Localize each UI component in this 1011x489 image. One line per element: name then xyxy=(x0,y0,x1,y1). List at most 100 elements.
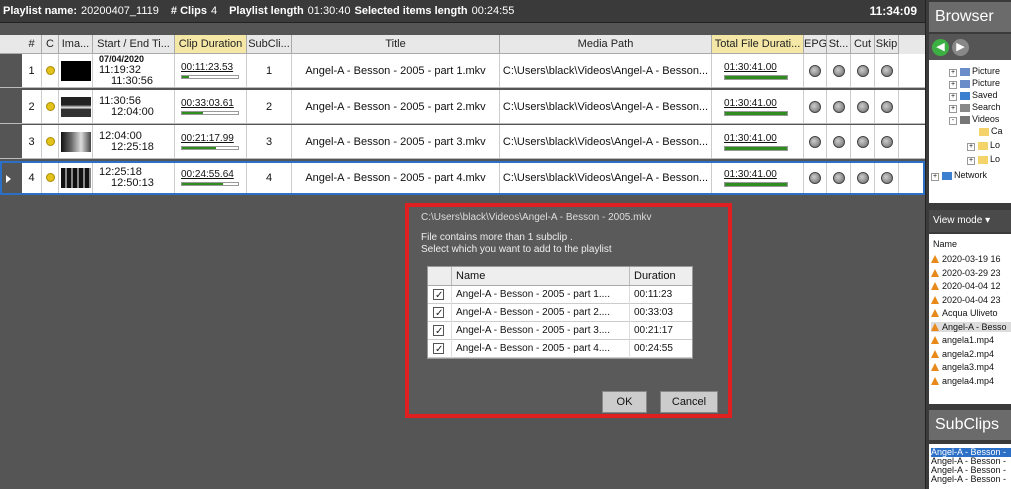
row-cut[interactable] xyxy=(851,54,875,87)
header-media-path[interactable]: Media Path xyxy=(500,35,712,54)
file-item[interactable]: 2020-04-04 23 xyxy=(931,295,1011,305)
expand-icon[interactable]: + xyxy=(931,173,939,181)
row-epg[interactable] xyxy=(804,54,827,87)
header-clip-duration[interactable]: Clip Duration xyxy=(175,35,247,54)
header-total-duration[interactable]: Total File Durati... xyxy=(712,35,804,54)
header-start-end[interactable]: Start / End Ti... xyxy=(93,35,175,54)
row-status[interactable] xyxy=(827,90,851,123)
file-item[interactable]: angela4.mp4 xyxy=(931,376,1011,386)
subclip-check-cell[interactable] xyxy=(428,321,452,340)
playlist-row[interactable]: 3 12:04:00 12:25:18 00:21:17.99 3 Angel-… xyxy=(0,125,925,159)
header-skip[interactable]: Skip xyxy=(875,35,899,54)
row-color[interactable] xyxy=(42,125,59,158)
total-duration-progress xyxy=(724,145,788,151)
header-num[interactable]: # xyxy=(22,35,42,54)
expand-icon[interactable]: + xyxy=(949,69,957,77)
file-item[interactable]: angela3.mp4 xyxy=(931,362,1011,372)
checkbox-checked-icon[interactable] xyxy=(433,287,444,304)
tree-item[interactable]: Ca xyxy=(967,126,1003,136)
row-status[interactable] xyxy=(827,54,851,87)
expand-icon[interactable]: + xyxy=(967,143,975,151)
header-color[interactable]: C xyxy=(42,35,59,54)
subclip-option-duration: 00:33:03 xyxy=(634,306,673,318)
header-subclip[interactable]: SubCli... xyxy=(247,35,292,54)
subclip-item[interactable]: Angel-A - Besson - xyxy=(931,448,1011,457)
file-item[interactable]: 2020-04-04 12 xyxy=(931,281,1011,291)
tree-item[interactable]: + Lo xyxy=(967,140,1000,151)
tree-item[interactable]: + Picture xyxy=(949,66,1000,77)
header-cut[interactable]: Cut xyxy=(851,35,875,54)
expand-icon[interactable]: + xyxy=(949,81,957,89)
tree-item[interactable]: + Search xyxy=(949,102,1001,113)
subclip-item[interactable]: Angel-A - Besson - xyxy=(931,475,1011,484)
header-image[interactable]: Ima... xyxy=(59,35,93,54)
expand-icon[interactable]: + xyxy=(949,93,957,101)
back-icon[interactable]: ◀ xyxy=(932,38,949,56)
view-mode-dropdown[interactable]: View mode ▾ xyxy=(929,210,1011,232)
header-status[interactable]: St... xyxy=(827,35,851,54)
expand-icon[interactable]: + xyxy=(967,157,975,165)
header-epg[interactable]: EPG xyxy=(804,35,827,54)
tree-item[interactable]: + Saved xyxy=(949,90,998,101)
row-color[interactable] xyxy=(42,90,59,123)
file-item[interactable]: angela1.mp4 xyxy=(931,335,1011,345)
subclip-check-cell[interactable] xyxy=(428,303,452,322)
row-epg[interactable] xyxy=(804,125,827,158)
file-list-header[interactable]: Name xyxy=(933,239,957,249)
row-epg[interactable] xyxy=(804,90,827,123)
playlist-row[interactable]: 4 12:25:18 12:50:13 00:24:55.64 4 Angel-… xyxy=(0,161,925,195)
tree-item[interactable]: - Videos xyxy=(949,114,999,125)
row-status[interactable] xyxy=(827,161,851,194)
tree-item-label: Lo xyxy=(990,140,1001,150)
row-skip[interactable] xyxy=(875,125,899,158)
row-duration: 00:33:03.61 xyxy=(175,90,247,123)
subclip-check-cell[interactable] xyxy=(428,339,452,358)
expand-icon[interactable]: + xyxy=(949,105,957,113)
file-item[interactable]: Acqua Uliveto xyxy=(931,308,1011,318)
row-color[interactable] xyxy=(42,161,59,194)
row-color[interactable] xyxy=(42,54,59,87)
row-cut[interactable] xyxy=(851,90,875,123)
row-skip[interactable] xyxy=(875,54,899,87)
tree-item[interactable]: + Lo xyxy=(967,154,1000,165)
cancel-button[interactable]: Cancel xyxy=(660,391,718,413)
row-cut[interactable] xyxy=(851,125,875,158)
file-item[interactable]: angela2.mp4 xyxy=(931,349,1011,359)
row-cut[interactable] xyxy=(851,161,875,194)
vlc-icon xyxy=(931,349,939,358)
subclip-option-row[interactable]: Angel-A - Besson - 2005 - part 3.... 00:… xyxy=(428,321,692,340)
subclip-item[interactable]: Angel-A - Besson - xyxy=(931,466,1011,475)
header-duration[interactable]: Duration xyxy=(630,267,692,285)
header-name[interactable]: Name xyxy=(452,267,630,285)
checkbox-checked-icon[interactable] xyxy=(433,305,444,322)
tree-item[interactable]: + Network xyxy=(931,170,987,181)
subclip-check-cell[interactable] xyxy=(428,285,452,304)
subclip-option-duration: 00:21:17 xyxy=(634,324,673,336)
row-skip[interactable] xyxy=(875,161,899,194)
file-item[interactable]: 2020-03-19 16 xyxy=(931,254,1011,264)
folder-icon xyxy=(979,127,989,136)
checkbox-checked-icon[interactable] xyxy=(433,341,444,358)
subclip-item[interactable]: Angel-A - Besson - xyxy=(931,457,1011,466)
checkbox-checked-icon[interactable] xyxy=(433,323,444,340)
duration-value: 00:21:17.99 xyxy=(181,133,234,144)
subclip-option-duration: 00:24:55 xyxy=(634,342,673,354)
ok-button[interactable]: OK xyxy=(602,391,647,413)
subclip-option-row[interactable]: Angel-A - Besson - 2005 - part 4.... 00:… xyxy=(428,339,692,358)
file-item[interactable]: 2020-03-29 23 xyxy=(931,268,1011,278)
status-icon xyxy=(832,64,845,77)
playlist-row[interactable]: 1 07/04/2020 11:19:32 11:30:56 00:11:23.… xyxy=(0,54,925,88)
row-media-path: C:\Users\black\Videos\Angel-A - Besson..… xyxy=(500,161,712,194)
subclip-option-row[interactable]: Angel-A - Besson - 2005 - part 2.... 00:… xyxy=(428,303,692,322)
row-epg[interactable] xyxy=(804,161,827,194)
header-title[interactable]: Title xyxy=(292,35,500,54)
tree-item[interactable]: + Picture xyxy=(949,78,1000,89)
subclip-option-row[interactable]: Angel-A - Besson - 2005 - part 1.... 00:… xyxy=(428,285,692,304)
expand-icon[interactable]: - xyxy=(949,117,957,125)
file-item[interactable]: Angel-A - Besso xyxy=(931,321,1011,332)
playlist-row[interactable]: 2 11:30:56 12:04:00 00:33:03.61 2 Angel-… xyxy=(0,90,925,124)
row-image xyxy=(59,161,93,194)
row-skip[interactable] xyxy=(875,90,899,123)
forward-icon[interactable]: ▶ xyxy=(952,38,969,56)
row-status[interactable] xyxy=(827,125,851,158)
